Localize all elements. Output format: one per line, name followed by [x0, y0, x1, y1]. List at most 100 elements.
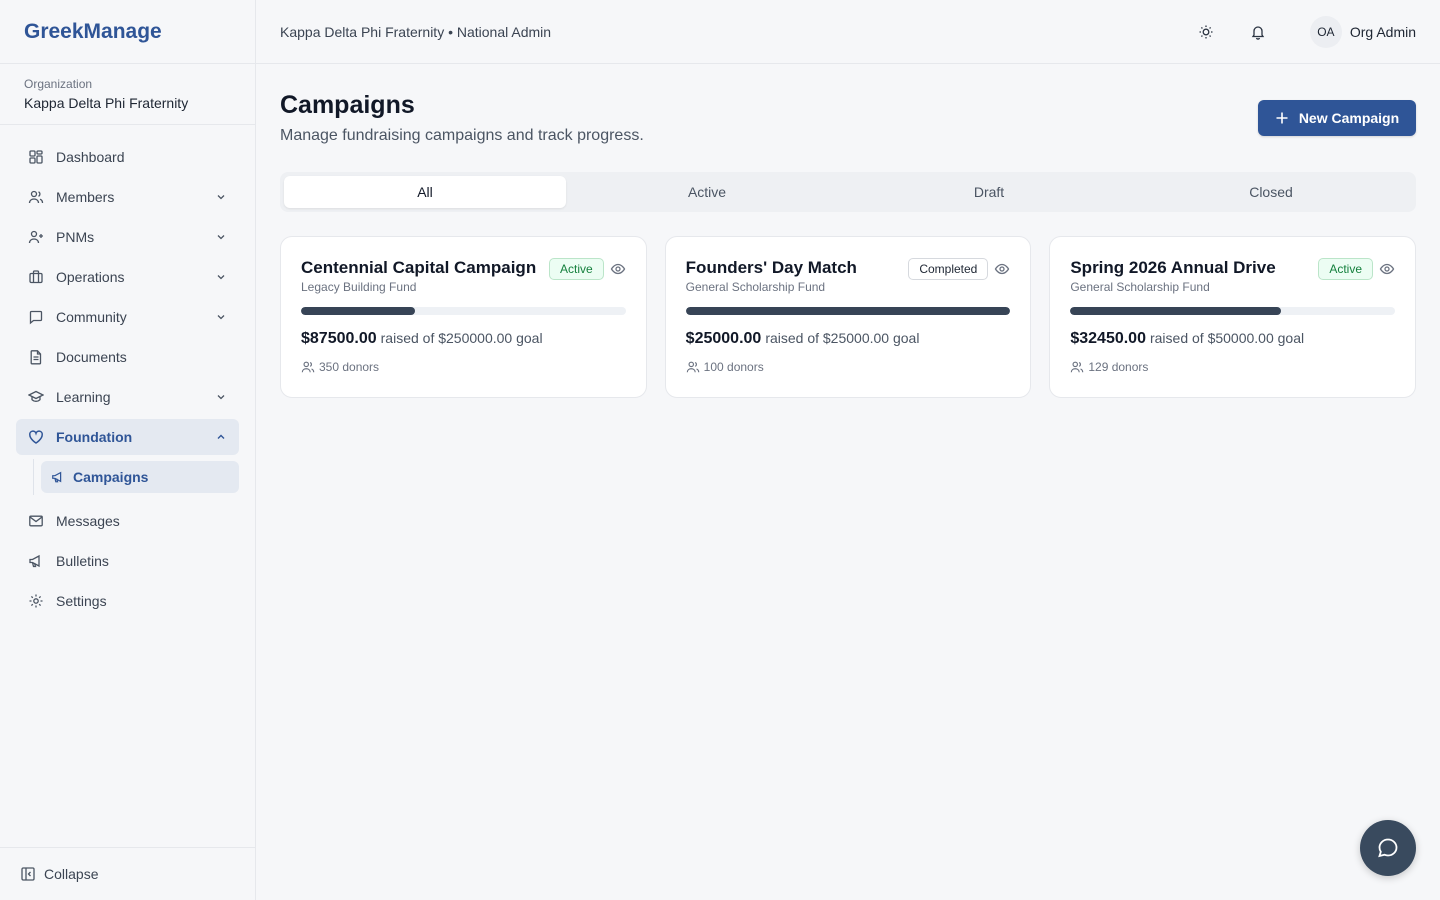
donor-count: 350 donors [301, 360, 626, 374]
raised-amount: $87500.00 [301, 330, 377, 347]
organization-box: Organization Kappa Delta Phi Fraternity [0, 64, 255, 125]
sidebar-item-label: Settings [56, 593, 107, 609]
user-name: Org Admin [1349, 23, 1416, 40]
brand-logo[interactable]: GreekManage [0, 0, 255, 64]
sidebar-subitem-label: Campaigns [73, 469, 149, 485]
sidebar-item-label: Bulletins [56, 553, 109, 569]
avatar: OA [1309, 15, 1342, 48]
campaign-fund: Legacy Building Fund [301, 280, 417, 294]
sidebar: GreekManage Organization Kappa Delta Phi… [0, 0, 256, 900]
new-campaign-button[interactable]: New Campaign [1258, 100, 1416, 136]
theme-toggle-button[interactable] [1190, 16, 1222, 48]
chevron-down-icon [217, 395, 225, 400]
page-subtitle: Manage fundraising campaigns and track p… [280, 127, 644, 144]
sidebar-item-members[interactable]: Members [16, 179, 239, 215]
sidebar-item-learning[interactable]: Learning [16, 379, 239, 415]
foundation-subnav: Campaigns [33, 459, 239, 495]
sidebar-nav: Dashboard Members PNMs Operations Commun… [0, 125, 255, 619]
megaphone-icon [52, 471, 62, 483]
user-plus-icon [28, 230, 43, 244]
chevron-down-icon [217, 235, 225, 240]
panel-collapse-icon [21, 867, 35, 881]
eye-icon[interactable] [994, 261, 1010, 277]
chevron-down-icon [217, 195, 225, 200]
progress-fill [301, 307, 415, 315]
collapse-label: Collapse [44, 866, 99, 882]
chevron-down-icon [217, 275, 225, 280]
chevron-up-icon [217, 434, 225, 439]
goal-text: raised of $25000.00 goal [765, 330, 920, 346]
sidebar-subitem-campaigns[interactable]: Campaigns [41, 461, 239, 493]
status-badge: Active [548, 258, 604, 280]
megaphone-icon [29, 554, 40, 568]
tab-active[interactable]: Active [566, 176, 848, 208]
donor-count-text: 350 donors [319, 360, 380, 374]
status-badge: Active [1318, 258, 1374, 280]
sidebar-item-label: Documents [56, 349, 127, 365]
sidebar-item-label: Dashboard [56, 149, 125, 165]
sidebar-item-label: PNMs [56, 229, 95, 245]
raised-amount: $32450.00 [1070, 330, 1146, 347]
collapse-sidebar-button[interactable]: Collapse [0, 847, 255, 900]
sidebar-item-label: Operations [56, 269, 125, 285]
eye-icon[interactable] [1379, 261, 1395, 277]
users-icon [1071, 361, 1084, 373]
organization-name: Kappa Delta Phi Fraternity [24, 95, 189, 111]
sidebar-item-foundation[interactable]: Foundation [16, 419, 239, 455]
chevron-down-icon [217, 315, 225, 320]
sidebar-item-label: Learning [56, 389, 111, 405]
amount-line: $87500.00 raised of $250000.00 goal [301, 329, 626, 348]
eye-icon[interactable] [610, 261, 626, 277]
graduation-cap-icon [28, 390, 44, 402]
campaign-fund: General Scholarship Fund [685, 280, 826, 294]
raised-amount: $25000.00 [685, 330, 762, 347]
goal-text: raised of $250000.00 goal [380, 330, 543, 346]
sidebar-item-label: Foundation [56, 429, 133, 445]
plus-icon [1276, 112, 1288, 124]
sidebar-item-community[interactable]: Community [16, 299, 239, 335]
campaign-title: Centennial Capital Campaign [301, 258, 537, 277]
campaign-card[interactable]: Centennial Capital Campaign Legacy Build… [280, 236, 647, 398]
file-icon [30, 350, 42, 365]
sidebar-item-dashboard[interactable]: Dashboard [16, 139, 239, 175]
gear-icon [29, 594, 43, 608]
new-campaign-label: New Campaign [1298, 110, 1400, 126]
user-menu[interactable]: OA Org Admin [1309, 15, 1416, 48]
donor-count-text: 100 donors [703, 360, 764, 374]
sidebar-item-bulletins[interactable]: Bulletins [16, 543, 239, 579]
sidebar-item-documents[interactable]: Documents [16, 339, 239, 375]
sidebar-item-label: Messages [56, 513, 120, 529]
campaign-card[interactable]: Spring 2026 Annual Drive General Scholar… [1049, 236, 1417, 398]
chat-button[interactable] [1360, 820, 1416, 876]
main-content: Campaigns Manage fundraising campaigns a… [280, 64, 1417, 398]
amount-line: $32450.00 raised of $50000.00 goal [1070, 329, 1395, 348]
notifications-button[interactable] [1242, 16, 1274, 48]
goal-text: raised of $50000.00 goal [1149, 330, 1305, 346]
top-header: Kappa Delta Phi Fraternity • National Ad… [256, 0, 1440, 64]
organization-label: Organization [24, 77, 93, 91]
sidebar-item-settings[interactable]: Settings [16, 583, 239, 619]
sidebar-item-operations[interactable]: Operations [16, 259, 239, 295]
progress-bar [301, 307, 626, 315]
tab-draft[interactable]: Draft [848, 176, 1130, 208]
progress-bar [685, 307, 1011, 315]
page-header: Campaigns Manage fundraising campaigns a… [280, 64, 1416, 146]
tab-closed[interactable]: Closed [1130, 176, 1412, 208]
campaign-card[interactable]: Founders' Day Match General Scholarship … [664, 236, 1032, 398]
sidebar-item-pnms[interactable]: PNMs [16, 219, 239, 255]
donor-count: 100 donors [686, 360, 1011, 374]
users-icon [28, 190, 44, 204]
campaign-title: Spring 2026 Annual Drive [1070, 258, 1276, 277]
sidebar-item-messages[interactable]: Messages [16, 503, 239, 539]
progress-bar [1070, 307, 1396, 315]
heart-icon [29, 430, 43, 444]
page-title: Campaigns [280, 91, 415, 119]
tab-all[interactable]: All [284, 176, 566, 208]
donor-count-text: 129 donors [1088, 360, 1149, 374]
amount-line: $25000.00 raised of $25000.00 goal [686, 329, 1011, 348]
users-icon [301, 361, 315, 373]
status-badge: Completed [908, 258, 989, 280]
donor-count: 129 donors [1070, 360, 1395, 374]
sidebar-item-label: Members [56, 189, 115, 205]
campaign-filter-tabs: All Active Draft Closed [280, 172, 1416, 212]
